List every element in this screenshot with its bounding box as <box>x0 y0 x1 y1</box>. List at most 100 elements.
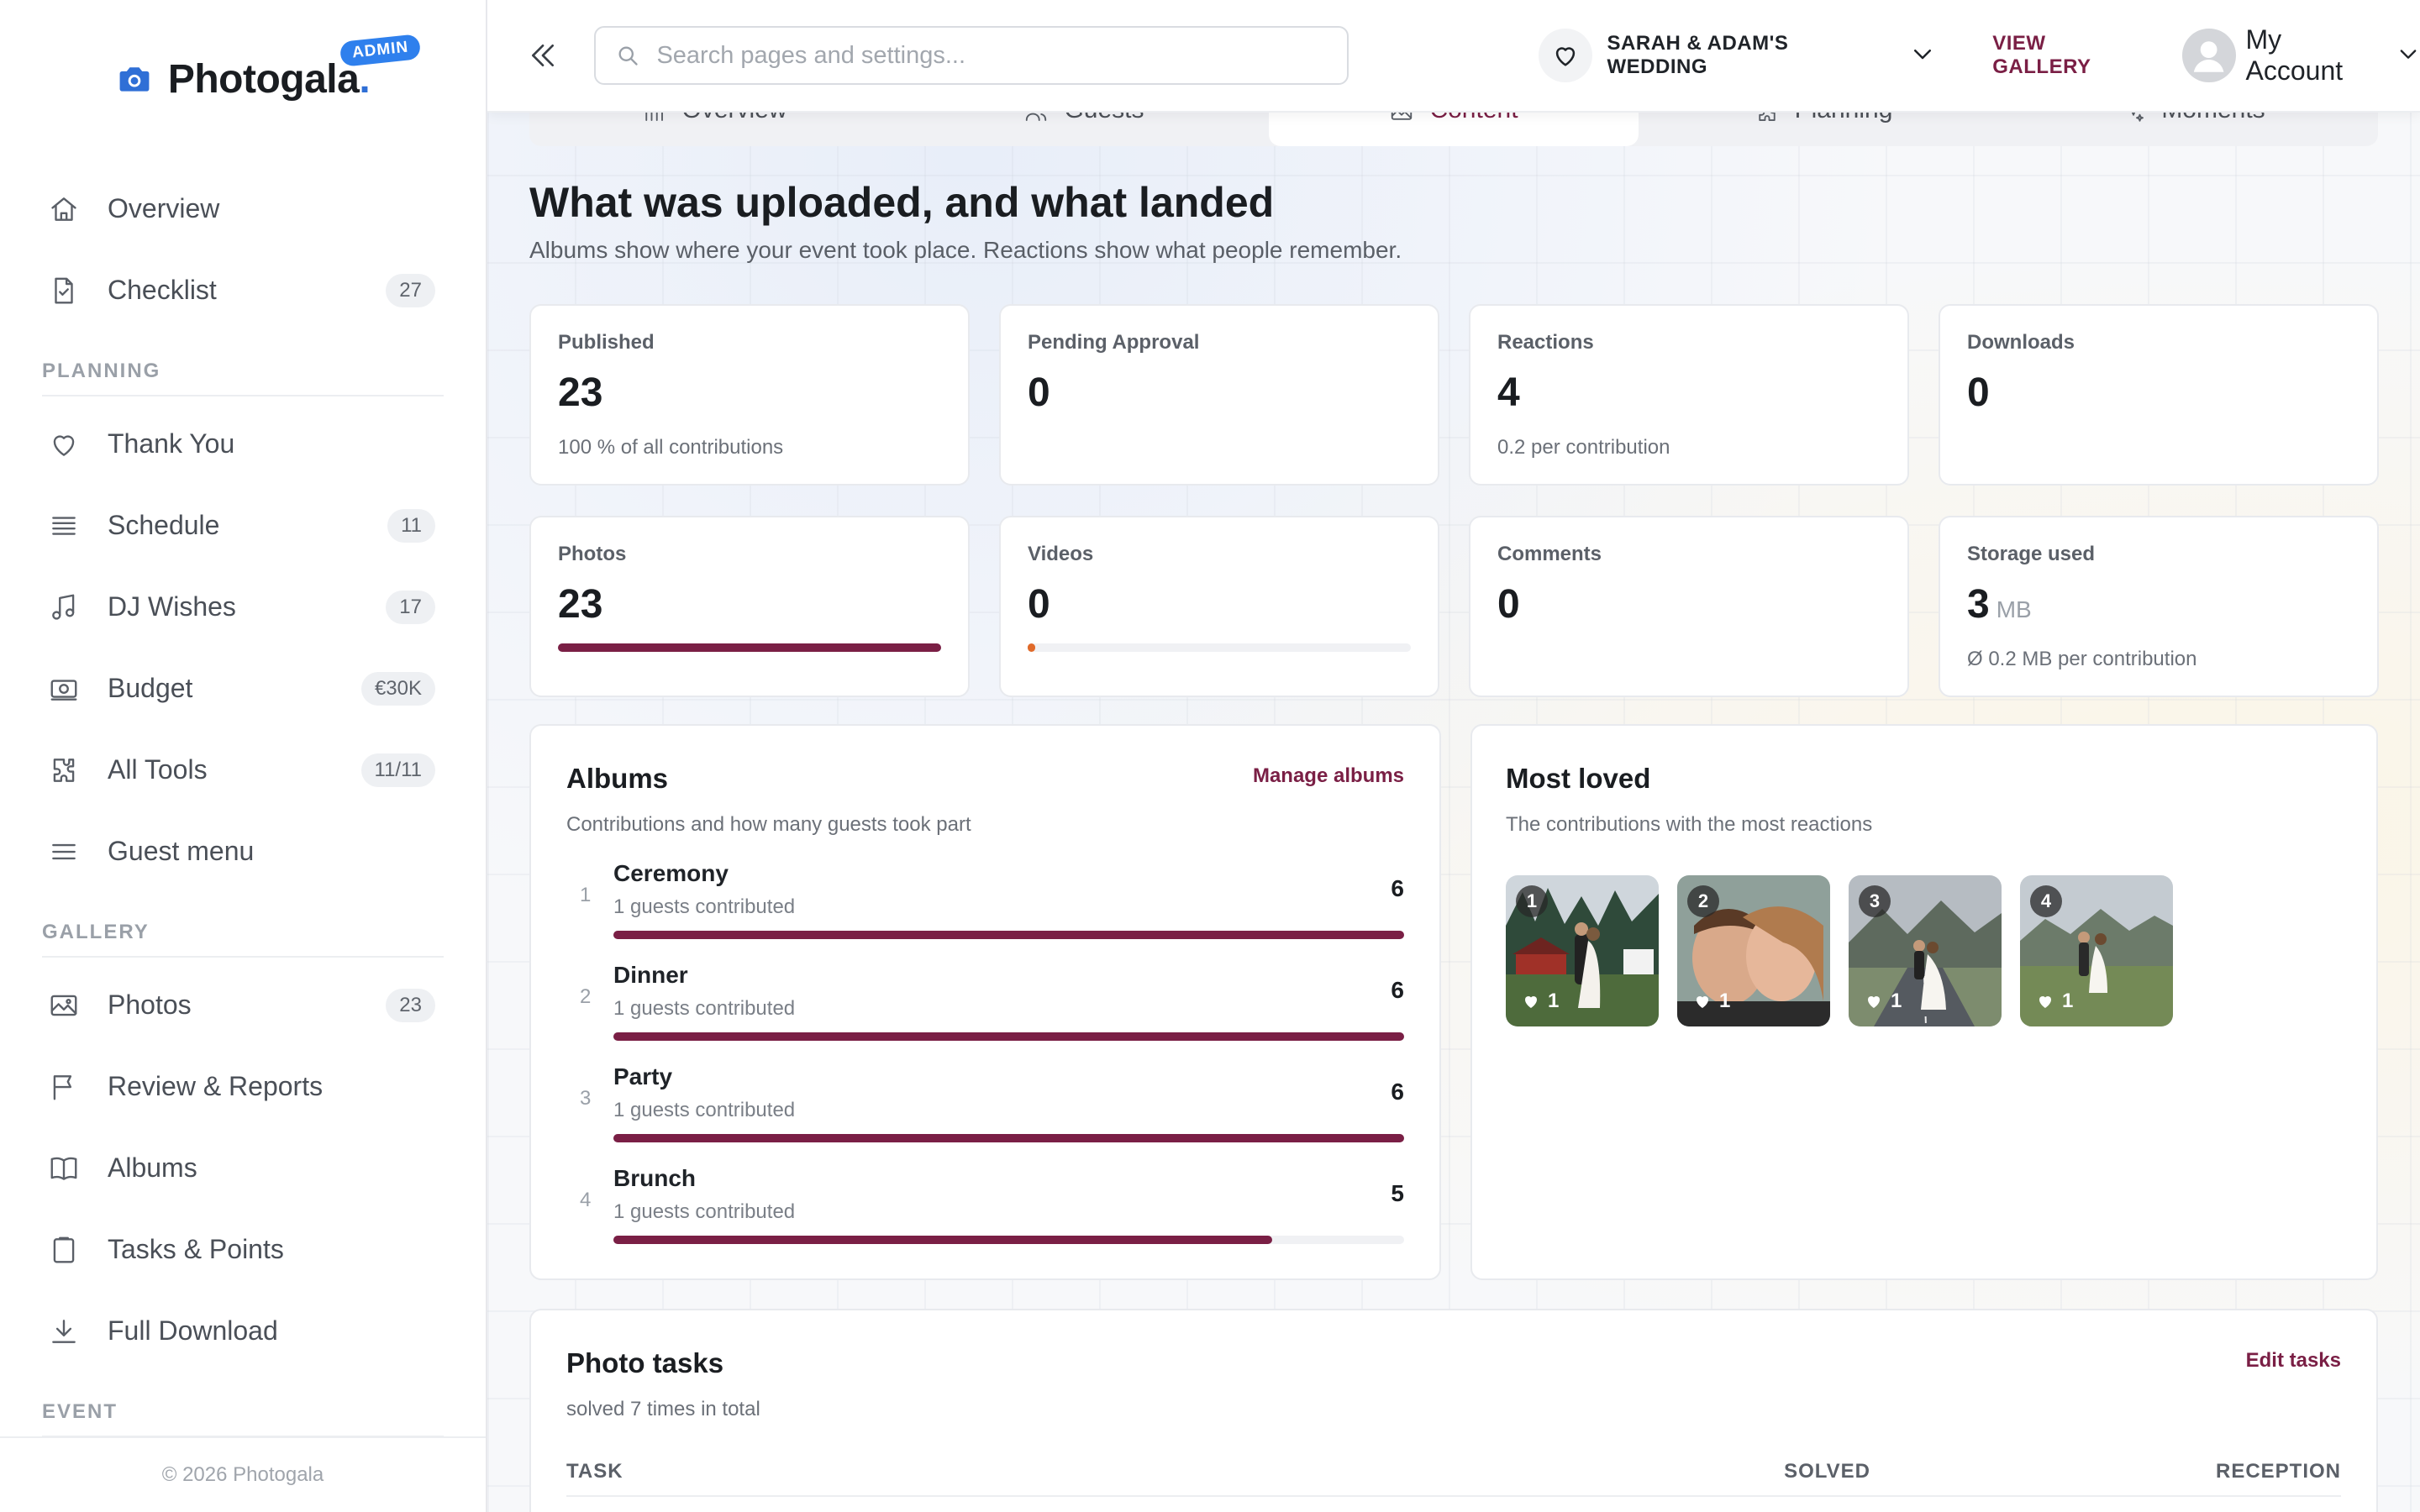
stat-card-published: Published 23 100 % of all contributions <box>529 304 970 486</box>
album-index: 2 <box>580 985 592 1008</box>
album-name: Brunch <box>613 1165 696 1191</box>
sidebar-item-guest-menu[interactable]: Guest menu <box>42 811 444 892</box>
sidebar-item-review-reports[interactable]: Review & Reports <box>42 1046 444 1127</box>
view-gallery-link[interactable]: VIEW GALLERY <box>1992 32 2149 79</box>
section-gallery: GALLERY <box>42 892 444 958</box>
manage-albums-link[interactable]: Manage albums <box>1253 764 1404 788</box>
account-label: My Account <box>2245 24 2344 86</box>
download-icon <box>47 1315 81 1348</box>
rank-badge: 3 <box>1859 885 1891 917</box>
camera-icon <box>116 60 153 97</box>
heart-icon <box>1697 996 1708 1008</box>
stat-card-pending-approval: Pending Approval 0 <box>999 304 1439 486</box>
menu-icon <box>47 835 81 869</box>
likes-count: 1 <box>1864 990 1902 1013</box>
sidebar-item-label: DJ Wishes <box>108 591 236 622</box>
brand[interactable]: Photogala. ADMIN <box>0 0 486 168</box>
album-name: Party <box>613 1063 673 1089</box>
album-progress-fill <box>613 1134 1404 1142</box>
avatar <box>2182 29 2236 82</box>
column-reception[interactable]: RECEPTION <box>1870 1460 2341 1483</box>
stat-label: Published <box>558 331 655 354</box>
topbar: SARAH & ADAM'S WEDDING VIEW GALLERY My A… <box>487 0 2420 113</box>
brand-name: Photogala. <box>167 56 371 102</box>
likes-count: 1 <box>1521 990 1559 1013</box>
sidebar-item-full-download[interactable]: Full Download <box>42 1290 444 1372</box>
column-solved[interactable]: SOLVED <box>1618 1460 1870 1483</box>
most-loved-thumbnails: 11213141 <box>1506 875 2343 1026</box>
sidebar-item-all-tools[interactable]: All Tools 11/11 <box>42 729 444 811</box>
stat-label: Comments <box>1497 543 1602 565</box>
event-selector[interactable]: SARAH & ADAM'S WEDDING <box>1539 29 1935 82</box>
sidebar-item-label: Guest menu <box>108 836 255 866</box>
image-icon <box>47 989 81 1022</box>
sidebar-item-schedule[interactable]: Schedule 11 <box>42 485 444 566</box>
count-badge: 27 <box>386 273 435 307</box>
album-row[interactable]: 1 Ceremony 1 guests contributed 6 <box>566 860 1404 962</box>
album-guests: 1 guests contributed <box>613 1200 796 1223</box>
sidebar-item-label: Photos <box>108 990 192 1020</box>
count-badge: 23 <box>386 988 435 1022</box>
sidebar-item-label: Schedule <box>108 510 220 540</box>
album-row[interactable]: 4 Brunch 1 guests contributed 5 <box>566 1165 1404 1267</box>
clipboard-icon <box>47 1233 81 1267</box>
stat-label: Downloads <box>1967 331 2075 354</box>
puzzle-icon <box>47 753 81 787</box>
count-badge: €30K <box>360 671 435 706</box>
photo-tasks-card: Photo tasks solved 7 times in total Edit… <box>529 1309 2378 1512</box>
sidebar-item-label: Checklist <box>108 275 217 305</box>
album-progress-fill <box>613 931 1404 939</box>
section-planning: PLANNING <box>42 331 444 396</box>
sidebar-item-checklist[interactable]: Checklist 27 <box>42 249 444 331</box>
album-row[interactable]: 3 Party 1 guests contributed 6 <box>566 1063 1404 1165</box>
progress-track <box>1028 643 1411 652</box>
album-index: 3 <box>580 1087 592 1110</box>
albums-card: Albums Contributions and how many guests… <box>529 724 1441 1280</box>
column-task[interactable]: TASK <box>566 1460 1618 1483</box>
progress-fill <box>558 643 941 652</box>
sidebar-item-label: Thank You <box>108 428 235 459</box>
stat-label: Reactions <box>1497 331 1594 354</box>
album-progress-track <box>613 1032 1404 1041</box>
album-progress-track <box>613 931 1404 939</box>
table-row[interactable]: The mood in the evening1For explorers <box>566 1497 2341 1512</box>
flag-icon <box>47 1070 81 1104</box>
collapse-sidebar-button[interactable] <box>518 30 567 81</box>
sidebar-item-dj-wishes[interactable]: DJ Wishes 17 <box>42 566 444 648</box>
sidebar-item-albums[interactable]: Albums <box>42 1127 444 1209</box>
album-name: Ceremony <box>613 860 729 886</box>
account-menu[interactable]: My Account <box>2182 24 2420 87</box>
search-input[interactable] <box>656 41 1329 70</box>
sidebar-footer: © 2026 Photogala <box>0 1436 486 1512</box>
stat-subtext: 0.2 per contribution <box>1497 436 1670 459</box>
stat-unit: MB <box>1996 596 2032 622</box>
likes-count: 1 <box>2035 990 2073 1013</box>
album-list: 1 Ceremony 1 guests contributed 6 2 Dinner 1 g… <box>566 860 1404 1267</box>
most-loved-thumbnail[interactable]: 41 <box>2020 875 2173 1026</box>
main-content: OverviewGuestsContentPlanningMoments Wha… <box>487 0 2420 1512</box>
count-badge: 11/11 <box>360 753 435 787</box>
stat-value: 0 <box>1028 370 1050 415</box>
album-progress-fill <box>613 1236 1272 1244</box>
edit-tasks-link[interactable]: Edit tasks <box>2246 1349 2341 1373</box>
sidebar-item-tasks-points[interactable]: Tasks & Points <box>42 1209 444 1290</box>
album-row[interactable]: 2 Dinner 1 guests contributed 6 <box>566 962 1404 1063</box>
sidebar-item-photos[interactable]: Photos 23 <box>42 964 444 1046</box>
most-loved-thumbnail[interactable]: 21 <box>1677 875 1830 1026</box>
album-guests: 1 guests contributed <box>613 895 796 918</box>
sidebar-item-overview[interactable]: Overview <box>42 168 444 249</box>
most-loved-thumbnail[interactable]: 11 <box>1506 875 1659 1026</box>
stat-label: Storage used <box>1967 543 2096 565</box>
sidebar-item-label: All Tools <box>108 754 208 785</box>
album-guests: 1 guests contributed <box>613 1099 796 1121</box>
most-loved-subtitle: The contributions with the most reaction… <box>1506 813 1873 836</box>
section-event: EVENT <box>42 1372 444 1436</box>
most-loved-thumbnail[interactable]: 31 <box>1849 875 2002 1026</box>
album-progress-track <box>613 1236 1404 1244</box>
sidebar-item-thank-you[interactable]: Thank You <box>42 403 444 485</box>
search-box[interactable] <box>594 26 1349 85</box>
sidebar-item-budget[interactable]: Budget €30K <box>42 648 444 729</box>
album-progress-track <box>613 1134 1404 1142</box>
book-icon <box>47 1152 81 1185</box>
chevron-down-icon <box>2396 42 2420 70</box>
